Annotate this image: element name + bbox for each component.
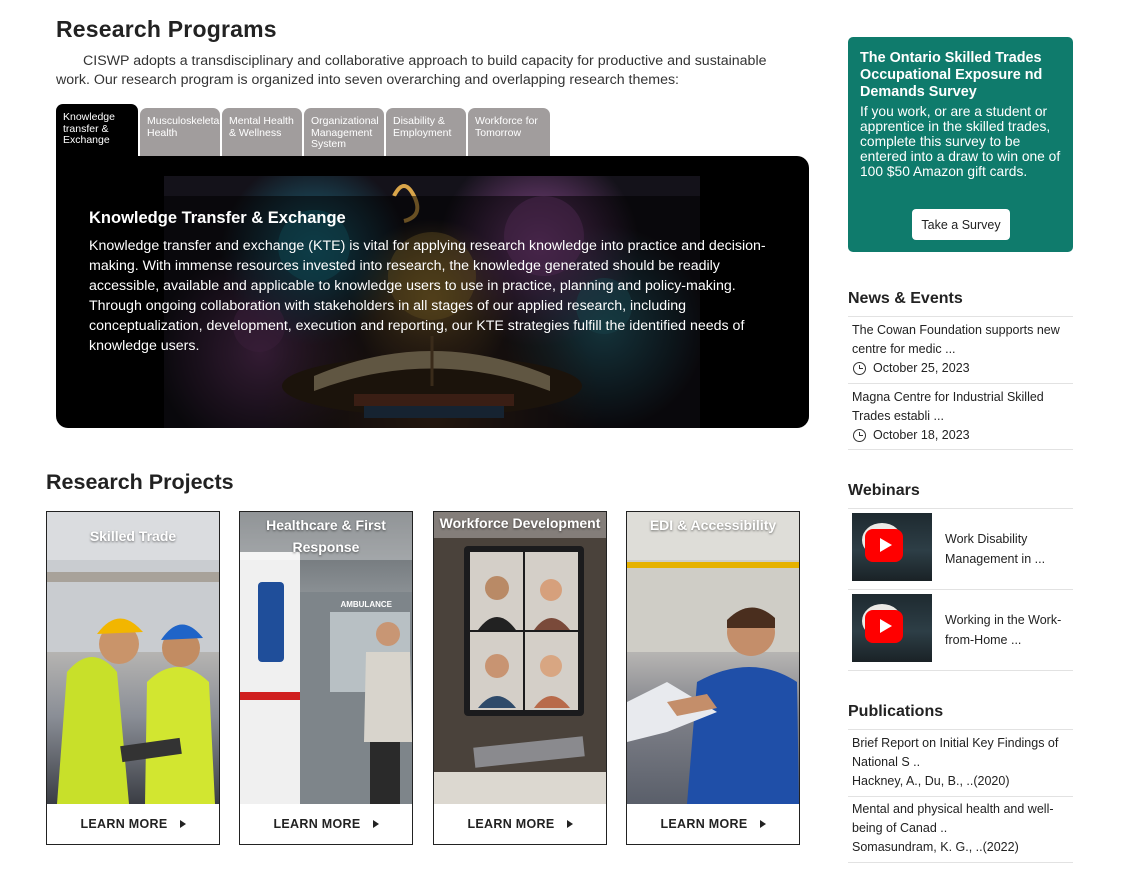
news-date: October 18, 2023 (873, 428, 970, 442)
tab-musculoskeletal-health[interactable]: Musculoskeleta Health (140, 108, 220, 158)
news-date: October 25, 2023 (873, 361, 970, 375)
tab-organizational-management[interactable]: Organizational Management System (304, 108, 384, 158)
webinar-thumbnail[interactable] (852, 594, 932, 662)
webinar-title[interactable]: Working in the Work-from-Home ... (945, 611, 1073, 650)
play-arrow-icon (372, 820, 379, 828)
project-card-skilled-trade[interactable]: Skilled Trade LEARN MORE (46, 511, 220, 845)
research-programs-title: Research Programs (56, 16, 277, 42)
youtube-play-icon[interactable] (865, 610, 903, 643)
divider (848, 862, 1073, 863)
news-date-row: October 25, 2023 (852, 359, 1070, 378)
survey-promo-box: The Ontario Skilled Trades Occupational … (848, 37, 1073, 252)
webinar-thumbnail[interactable] (852, 513, 932, 581)
workforce-development-image (434, 512, 606, 804)
tab-panel: Knowledge Transfer & Exchange Knowledge … (56, 156, 809, 428)
webinars-heading: Webinars (848, 482, 920, 499)
divider (848, 508, 1073, 509)
project-card-workforce-development[interactable]: Workforce Development LEARN MORE (433, 511, 607, 845)
card-label: EDI & Accessibility (627, 512, 799, 560)
research-programs-intro: CISWP adopts a transdisciplinary and col… (56, 53, 767, 88)
divider (848, 316, 1073, 317)
learn-more-label: LEARN MORE (273, 817, 361, 831)
learn-more-button[interactable]: LEARN MORE (434, 804, 606, 844)
tab-workforce-tomorrow[interactable]: Workforce for Tomorrow (468, 108, 550, 158)
divider (848, 729, 1073, 730)
divider (848, 449, 1073, 450)
divider (848, 796, 1073, 797)
news-date-row: October 18, 2023 (852, 426, 1070, 445)
video-call-illustration (434, 512, 606, 804)
publication-title: Brief Report on Initial Key Findings of … (852, 736, 1059, 769)
card-label: Healthcare & First Response (240, 512, 412, 560)
project-card-healthcare[interactable]: AMBULANCE Healthcare & First Response LE… (239, 511, 413, 845)
tab-knowledge-transfer[interactable]: Knowledge transfer & Exchange (56, 104, 138, 160)
news-events-heading: News & Events (848, 290, 963, 307)
publications-heading: Publications (848, 703, 944, 720)
take-survey-button[interactable]: Take a Survey (912, 209, 1010, 240)
divider (848, 670, 1073, 671)
learn-more-button[interactable]: LEARN MORE (627, 804, 799, 844)
learn-more-label: LEARN MORE (467, 817, 555, 831)
publication-item[interactable]: Brief Report on Initial Key Findings of … (852, 734, 1070, 791)
research-projects-title: Research Projects (46, 470, 234, 494)
survey-description: If you work, or are a student or apprent… (860, 104, 1061, 179)
survey-title: The Ontario Skilled Trades Occupational … (860, 50, 1043, 100)
publication-title: Mental and physical health and well-bein… (852, 802, 1054, 835)
learn-more-button[interactable]: LEARN MORE (240, 804, 412, 844)
news-item[interactable]: Magna Centre for Industrial Skilled Trad… (852, 388, 1070, 445)
publication-authors: Hackney, A., Du, B., ..(2020) (852, 774, 1010, 788)
divider (848, 383, 1073, 384)
card-label: Workforce Development (434, 512, 606, 538)
tab-mental-health[interactable]: Mental Health & Wellness (222, 108, 302, 158)
project-card-edi-accessibility[interactable]: EDI & Accessibility LEARN MORE (626, 511, 800, 845)
news-title: The Cowan Foundation supports new centre… (852, 323, 1060, 356)
play-arrow-icon (566, 820, 573, 828)
divider (848, 589, 1073, 590)
card-label: Skilled Trade (47, 512, 219, 560)
learn-more-label: LEARN MORE (80, 817, 168, 831)
learn-more-button[interactable]: LEARN MORE (47, 804, 219, 844)
news-title: Magna Centre for Industrial Skilled Trad… (852, 390, 1044, 423)
learn-more-label: LEARN MORE (660, 817, 748, 831)
play-arrow-icon (179, 820, 186, 828)
clock-icon (853, 429, 866, 442)
youtube-play-icon[interactable] (865, 529, 903, 562)
publication-item[interactable]: Mental and physical health and well-bein… (852, 800, 1070, 857)
play-arrow-icon (759, 820, 766, 828)
webinar-title[interactable]: Work Disability Management in ... (945, 530, 1073, 569)
panel-heading: Knowledge Transfer & Exchange (89, 209, 346, 227)
panel-description: Knowledge transfer and exchange (KTE) is… (89, 238, 766, 354)
tab-disability-employment[interactable]: Disability & Employment (386, 108, 466, 158)
ambulance-sign: AMBULANCE (340, 600, 392, 609)
publication-authors: Somasundram, K. G., ..(2022) (852, 840, 1019, 854)
clock-icon (853, 362, 866, 375)
news-item[interactable]: The Cowan Foundation supports new centre… (852, 321, 1070, 378)
